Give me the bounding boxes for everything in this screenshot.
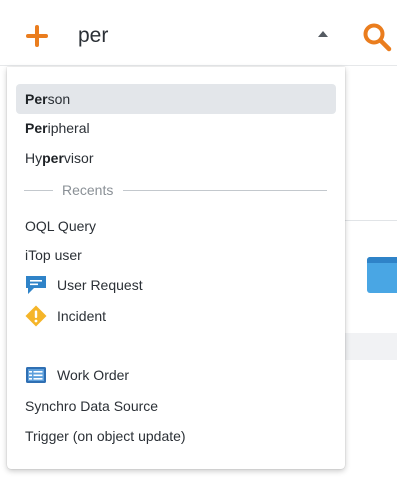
recent-label: User Request xyxy=(57,277,143,293)
global-search-bar xyxy=(0,0,397,66)
recent-label: Incident xyxy=(57,308,107,324)
warning-diamond-icon xyxy=(25,305,47,327)
separator-line xyxy=(123,190,327,191)
background-strip xyxy=(345,333,397,360)
recent-incident[interactable]: Incident xyxy=(16,301,336,331)
recent-label: iTop user xyxy=(25,247,82,263)
recent-label: Work Order xyxy=(57,367,130,383)
suggestion-rest: visor xyxy=(63,150,94,166)
suggestion-peripheral[interactable]: Peripheral xyxy=(16,113,336,143)
chat-bubble-icon xyxy=(26,276,46,294)
suggestion-rest: son xyxy=(47,91,71,107)
suggestion-prefix: Hy xyxy=(25,150,43,166)
recent-label: OQL Query xyxy=(25,218,97,234)
recents-separator: Recents xyxy=(24,180,327,200)
recent-oql-query[interactable]: OQL Query xyxy=(16,211,336,241)
window-icon xyxy=(367,257,397,293)
recent-itop-user[interactable]: iTop user xyxy=(16,240,336,270)
caret-up-icon[interactable] xyxy=(318,31,328,37)
plus-icon[interactable] xyxy=(25,24,49,48)
suggestion-match: Per xyxy=(25,120,48,136)
suggestion-person[interactable]: Person xyxy=(16,84,336,114)
recent-trigger-on-object-update[interactable]: Trigger (on object update) xyxy=(16,421,336,451)
suggestion-rest: ipheral xyxy=(47,120,90,136)
suggestion-hypervisor[interactable]: Hypervisor xyxy=(16,143,336,173)
separator-line xyxy=(24,190,53,191)
recent-label: Synchro Data Source xyxy=(25,398,159,414)
recent-label: Trigger (on object update) xyxy=(25,428,186,444)
recent-synchro-data-source[interactable]: Synchro Data Source xyxy=(16,391,336,421)
suggestion-match: Per xyxy=(25,91,48,107)
recent-user-request[interactable]: User Request xyxy=(16,270,336,300)
search-suggestions-dropdown: Person Peripheral Hypervisor Recents OQL… xyxy=(7,67,345,469)
work-order-icon xyxy=(26,367,46,383)
recent-work-order[interactable]: Work Order xyxy=(16,360,336,390)
search-icon[interactable] xyxy=(362,22,392,52)
recents-label: Recents xyxy=(62,182,114,198)
search-input[interactable] xyxy=(68,20,298,52)
suggestion-match: per xyxy=(42,150,64,166)
